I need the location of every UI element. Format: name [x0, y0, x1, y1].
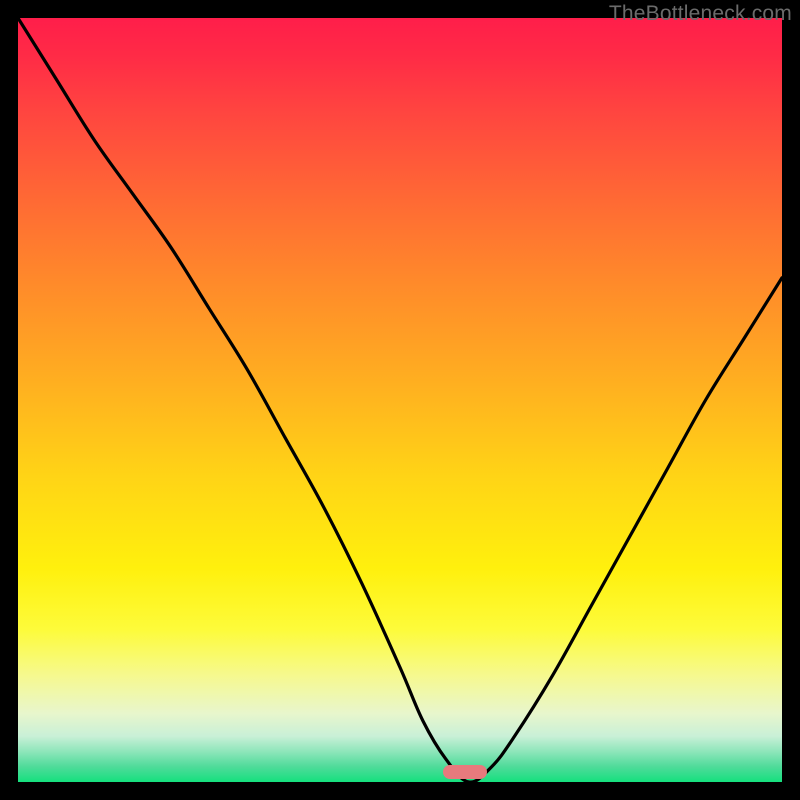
- minimum-marker: [443, 765, 487, 779]
- chart-frame: [18, 18, 782, 782]
- watermark-text: TheBottleneck.com: [609, 2, 792, 26]
- bottleneck-curve: [18, 18, 782, 782]
